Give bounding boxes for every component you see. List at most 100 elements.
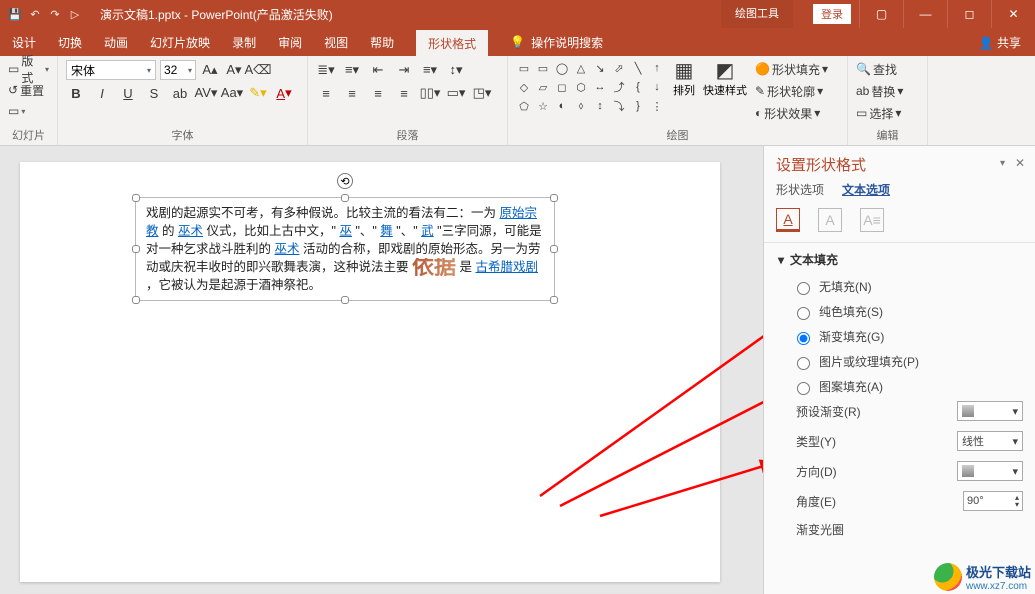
startfrombeginning-icon[interactable]: ▷: [68, 7, 82, 21]
undo-icon[interactable]: ↶: [28, 7, 42, 21]
numbering-icon[interactable]: ≡▾: [342, 60, 362, 80]
save-icon[interactable]: 💾: [8, 7, 22, 21]
radio-no-fill[interactable]: 无填充(N): [792, 278, 1023, 295]
arrange-icon[interactable]: ▦: [674, 60, 694, 80]
redo-icon[interactable]: ↷: [48, 7, 62, 21]
minimize-button[interactable]: —: [903, 0, 947, 28]
gradient-angle-spinner[interactable]: 90°▴▾: [963, 491, 1023, 511]
text-direction-icon[interactable]: ↕▾: [446, 60, 466, 80]
link-wumartial[interactable]: 武: [421, 224, 434, 238]
layout-dropdown[interactable]: ▭ 版式 ▾: [8, 60, 49, 78]
align-left-icon[interactable]: ≡: [316, 83, 336, 103]
columns-icon[interactable]: ▯▯▾: [420, 83, 440, 103]
quickstyle-icon[interactable]: ◩: [715, 60, 735, 80]
tab-review[interactable]: 审阅: [278, 34, 302, 51]
shape-gallery[interactable]: ▭▭◯△↘⬀╲↑ ◇▱◻⬡↔⤴{↓ ⬠☆◐⬨↕⤵}⋮: [516, 60, 665, 114]
tell-me[interactable]: 💡 操作说明搜索: [510, 34, 603, 51]
increase-font-icon[interactable]: A▴: [200, 60, 220, 80]
link-wu[interactable]: 巫: [339, 224, 352, 238]
maximize-button[interactable]: ◻: [947, 0, 991, 28]
share-button[interactable]: 👤 共享: [979, 34, 1021, 51]
reset-button[interactable]: ↺ 重置: [8, 81, 49, 99]
gradient-direction-dropdown[interactable]: ▾: [957, 461, 1023, 481]
highlight-icon[interactable]: ✎▾: [248, 83, 268, 103]
indent-decrease-icon[interactable]: ⇤: [368, 60, 388, 80]
align-text-icon[interactable]: ▭▾: [446, 83, 466, 103]
text-effects-icon[interactable]: A: [818, 208, 842, 232]
font-size[interactable]: 32▾: [160, 60, 196, 80]
canvas-area[interactable]: ⟲ 戏剧的起源实不可考，有多种假说。比较主流的看法有二：一为 原始宗教 的 巫术: [0, 146, 763, 594]
link-wushu2[interactable]: 巫术: [275, 242, 300, 256]
quickstyle-label[interactable]: 快速样式: [703, 82, 747, 98]
indent-increase-icon[interactable]: ⇥: [394, 60, 414, 80]
spacing-icon[interactable]: AV▾: [196, 83, 216, 103]
handle-nw[interactable]: [132, 194, 140, 202]
tab-help[interactable]: 帮助: [370, 34, 394, 51]
handle-w[interactable]: [132, 245, 140, 253]
link-wudance[interactable]: 舞: [380, 224, 393, 238]
section-text-fill[interactable]: ▾ 文本填充: [778, 251, 1023, 274]
handle-s[interactable]: [341, 296, 349, 304]
textbox-icon[interactable]: A≡: [860, 208, 884, 232]
handle-sw[interactable]: [132, 296, 140, 304]
link-wushu1[interactable]: 巫术: [178, 224, 203, 238]
handle-ne[interactable]: [550, 194, 558, 202]
align-right-icon[interactable]: ≡: [368, 83, 388, 103]
preset-gradient-dropdown[interactable]: ▾: [957, 401, 1023, 421]
chevron-down-icon: ▾: [778, 253, 784, 267]
textbox-body[interactable]: 戏剧的起源实不可考，有多种假说。比较主流的看法有二：一为 原始宗教 的 巫术 仪…: [136, 198, 554, 300]
tab-text-options[interactable]: 文本选项: [842, 181, 890, 198]
link-greek-drama[interactable]: 古希腊戏剧: [476, 260, 539, 274]
tab-design[interactable]: 设计: [12, 34, 36, 51]
bold-icon[interactable]: B: [66, 83, 86, 103]
panel-options-dropdown-icon[interactable]: ▾: [1000, 158, 1005, 169]
rotate-handle-icon[interactable]: ⟲: [337, 173, 353, 189]
shadow-icon[interactable]: ab: [170, 83, 190, 103]
text-fill-outline-icon[interactable]: A: [776, 208, 800, 232]
replace-button[interactable]: ab 替换 ▾: [856, 82, 919, 100]
close-button[interactable]: ✕: [991, 0, 1035, 28]
font-name[interactable]: 宋体▾: [66, 60, 156, 80]
justify-icon[interactable]: ≡: [394, 83, 414, 103]
handle-e[interactable]: [550, 245, 558, 253]
handle-n[interactable]: [341, 194, 349, 202]
radio-picture-fill[interactable]: 图片或纹理填充(P): [792, 353, 1023, 370]
tab-animations[interactable]: 动画: [104, 34, 128, 51]
bullets-icon[interactable]: ≣▾: [316, 60, 336, 80]
tab-shape-options[interactable]: 形状选项: [776, 181, 824, 198]
group-font-label: 字体: [66, 127, 299, 143]
tab-view[interactable]: 视图: [324, 34, 348, 51]
gradient-type-dropdown[interactable]: 线性▾: [957, 431, 1023, 451]
tab-slideshow[interactable]: 幻灯片放映: [150, 34, 210, 51]
group-font: 宋体▾ 32▾ A▴ A▾ A⌫ B I U S ab AV▾ Aa▾ ✎▾ A…: [58, 56, 308, 145]
changecase-icon[interactable]: Aa▾: [222, 83, 242, 103]
radio-solid-fill[interactable]: 纯色填充(S): [792, 303, 1023, 320]
shape-effects[interactable]: ◐ 形状效果 ▾: [755, 104, 828, 122]
login-button[interactable]: 登录: [813, 4, 851, 24]
smartart-icon[interactable]: ◳▾: [472, 83, 492, 103]
arrange-label[interactable]: 排列: [673, 82, 695, 98]
select-button[interactable]: ▭ 选择 ▾: [856, 104, 919, 122]
line-spacing-icon[interactable]: ≡▾: [420, 60, 440, 80]
handle-se[interactable]: [550, 296, 558, 304]
shape-outline[interactable]: ✎ 形状轮廓 ▾: [755, 82, 828, 100]
panel-close-icon[interactable]: ✕: [1015, 156, 1025, 170]
shape-fill[interactable]: 🟠 形状填充 ▾: [755, 60, 828, 78]
textbox-selected[interactable]: ⟲ 戏剧的起源实不可考，有多种假说。比较主流的看法有二：一为 原始宗教 的 巫术: [135, 197, 555, 301]
section-dropdown[interactable]: ▭ ▾: [8, 102, 49, 120]
radio-pattern-fill[interactable]: 图案填充(A): [792, 378, 1023, 395]
radio-gradient-fill[interactable]: 渐变填充(G): [792, 328, 1023, 345]
decrease-font-icon[interactable]: A▾: [224, 60, 244, 80]
tab-shape-format[interactable]: 形状格式: [416, 30, 488, 57]
underline-icon[interactable]: U: [118, 83, 138, 103]
ribbon-display-options[interactable]: ▢: [859, 0, 903, 28]
slide[interactable]: ⟲ 戏剧的起源实不可考，有多种假说。比较主流的看法有二：一为 原始宗教 的 巫术: [20, 162, 720, 582]
align-center-icon[interactable]: ≡: [342, 83, 362, 103]
tab-record[interactable]: 录制: [232, 34, 256, 51]
strike-icon[interactable]: S: [144, 83, 164, 103]
tab-transitions[interactable]: 切换: [58, 34, 82, 51]
clear-formatting-icon[interactable]: A⌫: [248, 60, 268, 80]
font-color-icon[interactable]: A▾: [274, 83, 294, 103]
italic-icon[interactable]: I: [92, 83, 112, 103]
find-button[interactable]: 🔍 查找: [856, 60, 919, 78]
